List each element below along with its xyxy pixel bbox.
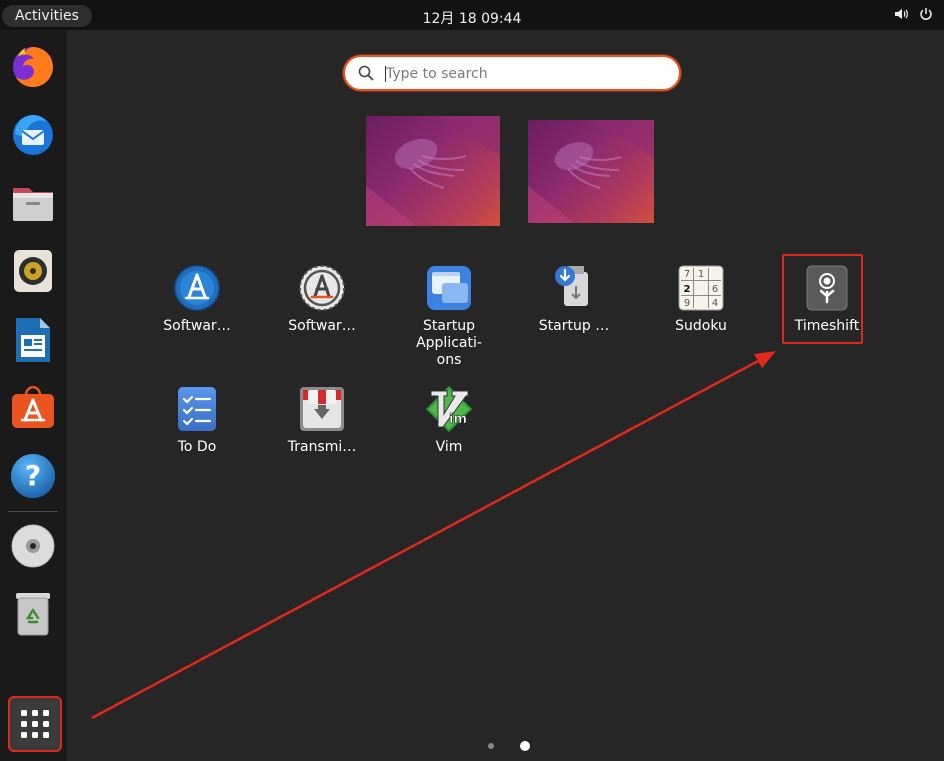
annotation-arrow [91,351,776,720]
app-label: Sudoku [675,318,727,334]
top-bar: Activities 12月 18 09:44 [0,0,944,30]
page-indicator [488,741,530,751]
app-software-properties[interactable]: Softwar… [262,264,382,335]
workspace-thumbnail-1[interactable] [366,116,500,226]
dock-item-libreoffice-writer[interactable] [6,310,60,370]
disc-icon [11,524,55,568]
software-properties-icon [299,265,345,311]
svg-text:im: im [449,412,467,427]
libreoffice-writer-icon [16,318,50,362]
todo-icon [178,387,216,431]
app-startup-disk-creator[interactable]: Startup … [514,264,634,335]
app-label: Softwar… [288,318,356,334]
dock-item-help[interactable]: ? [6,446,60,506]
dock-item-ubuntu-software[interactable] [6,378,60,438]
app-label: To Do [177,439,217,455]
annotation-highlight-box [782,254,863,344]
startup-disk-creator-icon [555,266,588,306]
app-transmission[interactable]: Transmi… [262,385,382,456]
firefox-icon [13,47,53,87]
show-applications-icon [21,710,49,738]
transmission-icon [300,387,344,431]
search-bar[interactable] [343,55,681,91]
sudoku-digit: 6 [712,284,718,295]
app-sudoku[interactable]: 7 1 2 6 9 4 Sudoku [641,264,761,335]
app-vim[interactable]: im Vim [389,385,509,456]
app-label: Startup … [538,318,610,334]
dock-item-files[interactable] [6,172,60,232]
files-icon [13,188,53,221]
dock-item-firefox[interactable] [6,36,60,96]
search-input[interactable] [386,63,666,85]
workspace-thumbnail-2[interactable] [528,120,654,223]
app-label: Startup Applicati- ons [416,318,482,368]
dock-item-thunderbird[interactable] [6,104,60,164]
app-todo[interactable]: To Do [137,385,257,456]
svg-text:?: ? [25,459,41,492]
volume-icon[interactable] [893,6,909,22]
startup-applications-icon [427,266,471,310]
system-tray[interactable] [893,6,934,22]
sudoku-digit: 2 [684,284,691,295]
dock-item-disc[interactable] [6,516,60,576]
trash-icon [16,593,50,636]
help-icon: ? [11,454,55,498]
rhythmbox-icon [14,250,52,292]
app-software-updater[interactable]: Softwar… [137,264,257,335]
power-icon[interactable] [918,6,934,22]
sudoku-digit: 7 [684,269,690,280]
dock: ? [0,30,67,761]
sudoku-digit: 4 [712,298,718,309]
ubuntu-software-icon [12,386,54,428]
sudoku-icon: 7 1 2 6 9 4 [678,265,724,311]
app-label: Softwar… [163,318,231,334]
app-startup-applications[interactable]: Startup Applicati- ons [389,264,509,369]
vim-icon: im [426,386,472,432]
clock[interactable]: 12月 18 09:44 [0,8,944,28]
dock-item-trash[interactable] [6,584,60,644]
app-label: Vim [435,439,463,455]
show-applications-button[interactable] [8,696,62,752]
software-updater-icon [174,265,220,311]
search-icon [358,65,374,81]
thunderbird-icon [13,115,53,155]
dock-item-rhythmbox[interactable] [6,241,60,301]
sudoku-digit: 1 [698,269,704,280]
page-dot-1[interactable] [488,743,494,749]
sudoku-digit: 9 [684,298,690,309]
page-dot-2[interactable] [520,741,530,751]
app-label: Transmi… [287,439,357,455]
